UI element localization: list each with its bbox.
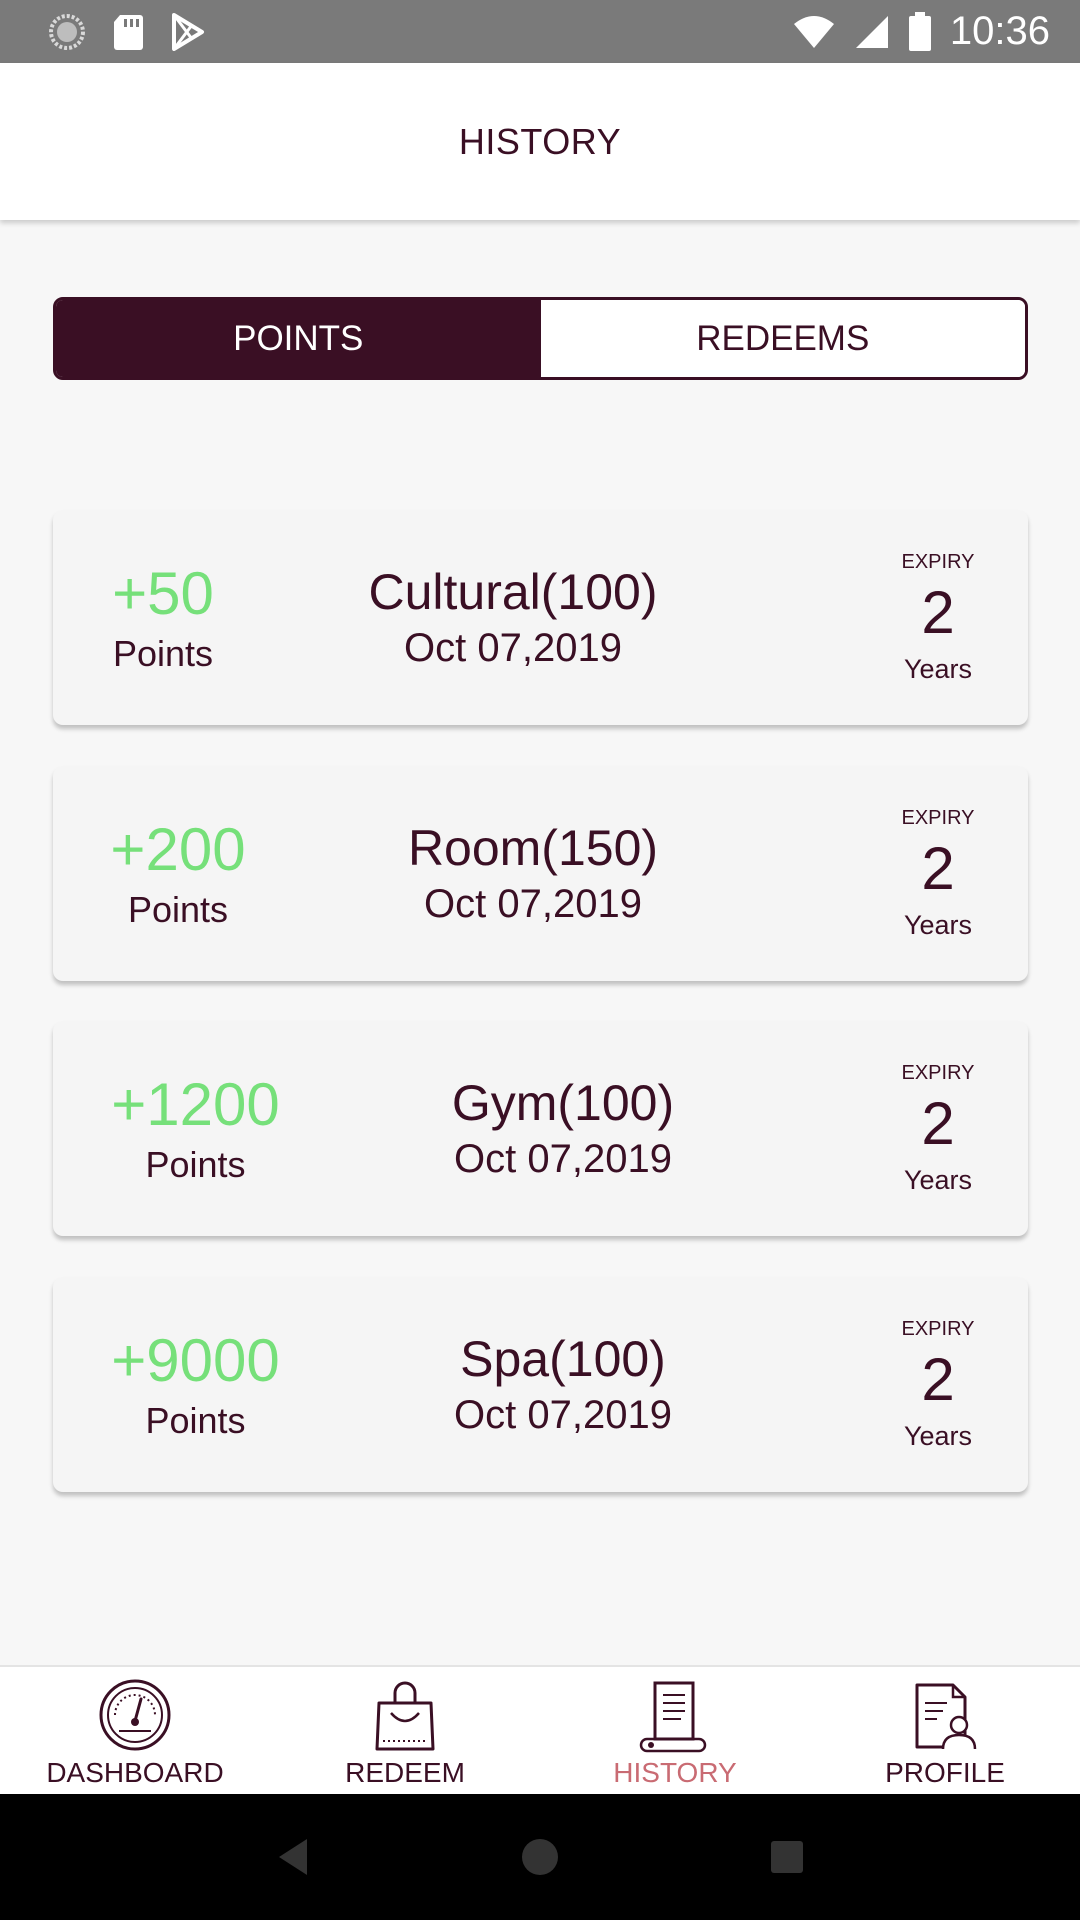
sync-icon — [49, 13, 85, 50]
points-block: +9000 Points — [103, 1277, 288, 1492]
history-details: Cultural(100) Oct 07,2019 — [343, 510, 683, 725]
nav-label-redeem: REDEEM — [345, 1757, 465, 1788]
status-bar: 10:36 — [0, 0, 1080, 63]
app-bar: HISTORY — [0, 63, 1080, 220]
expiry-block: EXPIRY 2 Years — [898, 766, 978, 981]
nav-item-dashboard[interactable]: DASHBOARD — [0, 1667, 270, 1794]
history-date: Oct 07,2019 — [454, 1136, 672, 1181]
history-card: +50 Points Cultural(100) Oct 07,2019 EXP… — [53, 510, 1028, 725]
expiry-label: EXPIRY — [901, 1061, 975, 1084]
history-scroll-icon — [639, 1681, 707, 1753]
expiry-label: EXPIRY — [901, 550, 975, 573]
recents-icon[interactable] — [769, 1839, 805, 1875]
tab-redeems[interactable]: REDEEMS — [540, 300, 1025, 377]
home-icon[interactable] — [520, 1837, 560, 1877]
points-value: +50 — [112, 559, 214, 627]
expiry-unit: Years — [903, 1420, 973, 1451]
history-card: +1200 Points Gym(100) Oct 07,2019 EXPIRY… — [53, 1021, 1028, 1236]
back-icon[interactable] — [275, 1837, 311, 1877]
status-time: 10:36 — [949, 9, 1050, 53]
expiry-block: EXPIRY 2 Years — [898, 1277, 978, 1492]
history-category: Room(150) — [407, 819, 659, 876]
history-date: Oct 07,2019 — [404, 625, 622, 670]
points-value: +200 — [110, 815, 246, 883]
shopping-bag-icon — [375, 1681, 435, 1751]
points-value: +9000 — [111, 1326, 280, 1394]
signal-icon — [855, 15, 888, 48]
play-store-icon — [172, 12, 204, 51]
expiry-value: 2 — [921, 1345, 955, 1413]
tab-switcher: POINTS REDEEMS — [53, 297, 1028, 380]
nav-item-profile[interactable]: PROFILE — [810, 1667, 1080, 1794]
status-right-icons: 10:36 — [792, 9, 1050, 54]
history-card: +9000 Points Spa(100) Oct 07,2019 EXPIRY… — [53, 1277, 1028, 1492]
history-date: Oct 07,2019 — [424, 881, 642, 926]
bottom-nav: DASHBOARD REDEEM HISTORY PROFILE — [0, 1665, 1080, 1794]
expiry-label: EXPIRY — [901, 1317, 975, 1340]
expiry-unit: Years — [903, 909, 973, 940]
page-title: HISTORY — [458, 120, 622, 162]
history-details: Gym(100) Oct 07,2019 — [413, 1021, 713, 1236]
system-nav-bar — [0, 1794, 1080, 1920]
tab-points[interactable]: POINTS — [56, 300, 541, 377]
history-category: Cultural(100) — [368, 563, 658, 620]
nav-label-history: HISTORY — [613, 1757, 737, 1788]
dashboard-gauge-icon — [99, 1679, 171, 1751]
expiry-value: 2 — [921, 1089, 955, 1157]
profile-document-icon — [915, 1683, 977, 1750]
points-block: +1200 Points — [103, 1021, 288, 1236]
points-label: Points — [127, 888, 229, 930]
nav-item-redeem[interactable]: REDEEM — [270, 1667, 540, 1794]
expiry-label: EXPIRY — [901, 806, 975, 829]
points-value: +1200 — [111, 1070, 280, 1138]
points-label: Points — [112, 632, 214, 674]
history-date: Oct 07,2019 — [454, 1392, 672, 1437]
history-details: Room(150) Oct 07,2019 — [383, 766, 683, 981]
points-block: +200 Points — [103, 766, 253, 981]
history-category: Gym(100) — [451, 1074, 675, 1131]
points-label: Points — [145, 1143, 246, 1185]
history-card: +200 Points Room(150) Oct 07,2019 EXPIRY… — [53, 766, 1028, 981]
nav-label-profile: PROFILE — [885, 1757, 1005, 1788]
points-label: Points — [145, 1399, 246, 1441]
expiry-block: EXPIRY 2 Years — [898, 510, 978, 725]
sd-card-icon — [114, 14, 143, 50]
points-block: +50 Points — [103, 510, 223, 725]
nav-label-dashboard: DASHBOARD — [46, 1757, 224, 1788]
battery-icon — [908, 11, 931, 51]
expiry-unit: Years — [903, 653, 973, 684]
expiry-unit: Years — [903, 1164, 973, 1195]
nav-item-history[interactable]: HISTORY — [540, 1667, 810, 1794]
expiry-value: 2 — [921, 834, 955, 902]
expiry-block: EXPIRY 2 Years — [898, 1021, 978, 1236]
history-category: Spa(100) — [460, 1330, 666, 1387]
wifi-icon — [793, 15, 834, 48]
expiry-value: 2 — [921, 578, 955, 646]
history-details: Spa(100) Oct 07,2019 — [413, 1277, 713, 1492]
status-left-icons — [48, 12, 206, 51]
